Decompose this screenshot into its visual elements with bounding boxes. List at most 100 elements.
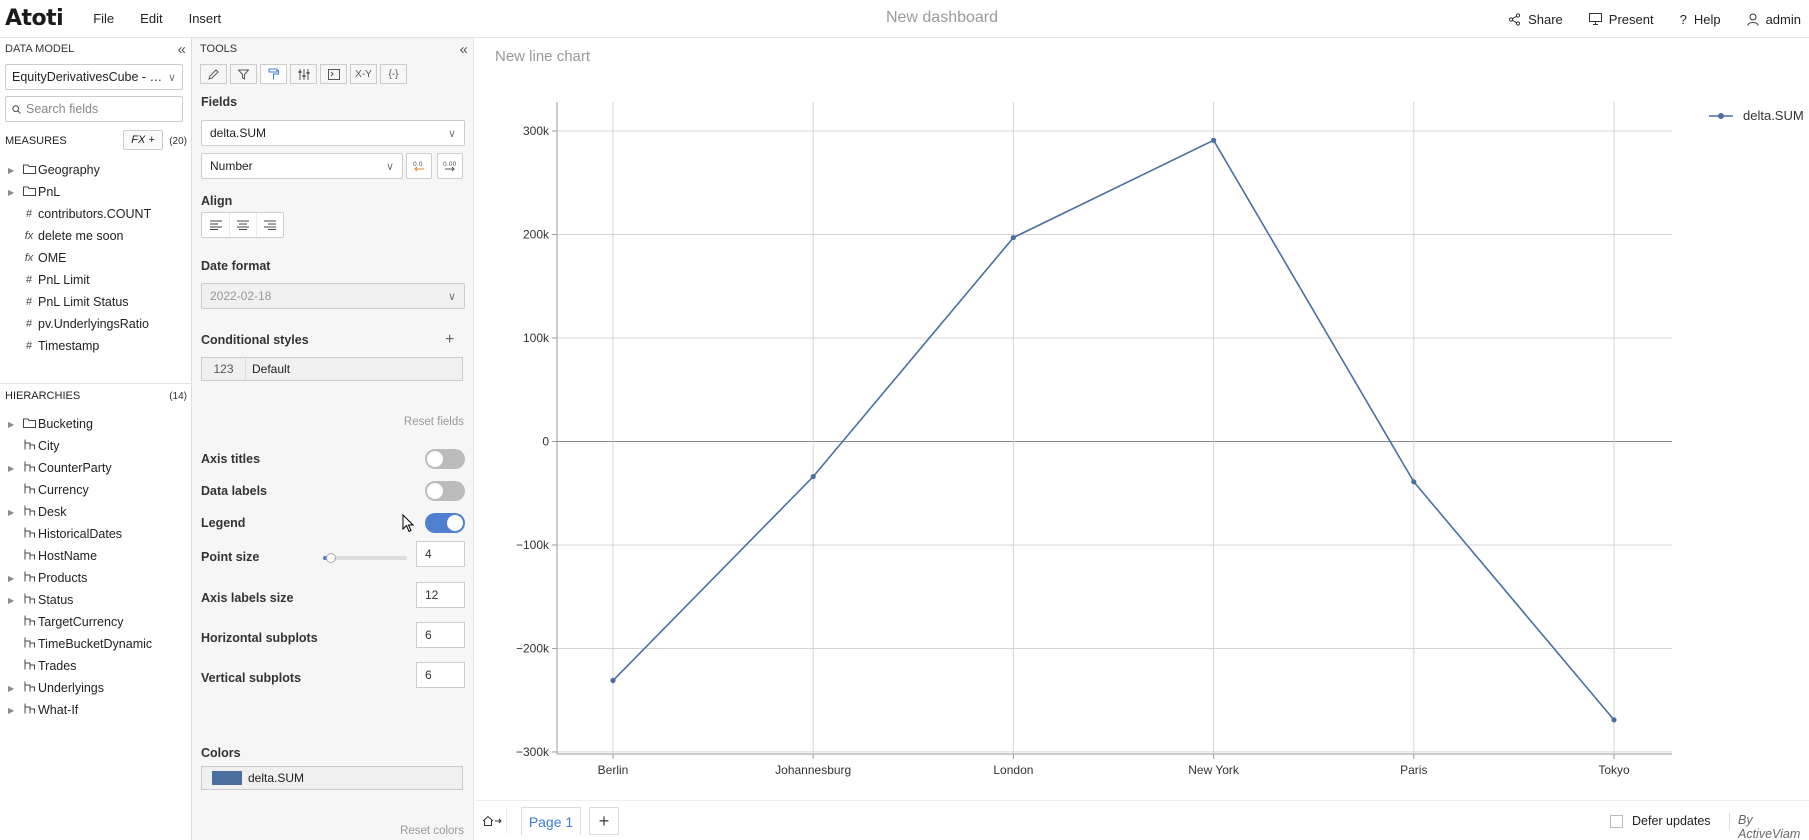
hierarchy-icon xyxy=(22,439,36,453)
reset-fields-link[interactable]: Reset fields xyxy=(404,416,464,428)
expand-caret-icon[interactable]: ▶ xyxy=(8,508,14,517)
hierarchy-icon xyxy=(22,703,36,717)
help-button[interactable]: ? Help xyxy=(1680,12,1721,27)
search-fields-input[interactable] xyxy=(26,102,176,116)
hierarchy-item[interactable]: TimeBucketDynamic xyxy=(0,633,192,655)
series-line xyxy=(612,139,1615,721)
chart-widget[interactable]: New line chart −300k −200k −100k 0 100k 200k 3… xyxy=(475,38,1809,800)
menu-edit[interactable]: Edit xyxy=(140,11,162,26)
axis-titles-toggle[interactable] xyxy=(425,449,465,469)
menu-insert[interactable]: Insert xyxy=(189,11,222,26)
x-tick-label: London xyxy=(993,763,1033,777)
point-size-input[interactable] xyxy=(416,541,465,567)
measure-item[interactable]: # PnL Limit xyxy=(0,269,192,291)
vertical-subplots-input[interactable] xyxy=(416,662,465,688)
measure-item[interactable]: # contributors.COUNT xyxy=(0,203,192,225)
x-tick-label: Johannesburg xyxy=(775,763,851,777)
hierarchy-item[interactable]: City xyxy=(0,435,192,457)
measure-item[interactable]: ▶ PnL xyxy=(0,181,192,203)
expand-caret-icon[interactable]: ▶ xyxy=(8,706,14,715)
reset-colors-link[interactable]: Reset colors xyxy=(400,825,464,837)
measure-item[interactable]: ▶ Geography xyxy=(0,159,192,181)
hierarchy-label: Currency xyxy=(38,483,89,497)
hierarchy-item[interactable]: ▶ Underlyings xyxy=(0,677,192,699)
tab-style[interactable] xyxy=(260,64,287,84)
tab-filter[interactable] xyxy=(230,64,257,84)
collapse-data-model-icon[interactable]: « xyxy=(178,42,186,57)
add-conditional-style-icon[interactable]: + xyxy=(445,331,454,349)
point-size-slider[interactable] xyxy=(323,553,407,563)
filter-icon xyxy=(238,69,249,80)
data-point xyxy=(1010,234,1017,241)
number-format-select[interactable]: Number ∨ xyxy=(201,153,403,179)
hierarchy-label: CounterParty xyxy=(38,461,112,475)
measures-tree: ▶ Geography ▶ PnL # contributors.COUNT fx delet… xyxy=(0,159,192,357)
hierarchy-item[interactable]: HistoricalDates xyxy=(0,523,192,545)
hash-icon: # xyxy=(25,340,33,352)
hierarchy-item[interactable]: ▶ What-If xyxy=(0,699,192,721)
hierarchies-header: HIERARCHIES (14) xyxy=(0,387,192,405)
collapse-tools-icon[interactable]: « xyxy=(460,42,468,57)
data-labels-toggle[interactable] xyxy=(425,481,465,501)
hierarchy-item[interactable]: ▶ Bucketing xyxy=(0,413,192,435)
hierarchy-item[interactable]: Trades xyxy=(0,655,192,677)
align-left-button[interactable] xyxy=(202,213,229,237)
share-button[interactable]: Share xyxy=(1508,12,1563,27)
present-button[interactable]: Present xyxy=(1588,12,1654,27)
defer-updates-label: Defer updates xyxy=(1632,814,1711,828)
horizontal-subplots-input[interactable] xyxy=(416,622,465,648)
tab-edit[interactable] xyxy=(200,64,227,84)
chart-legend[interactable]: delta.SUM xyxy=(1707,108,1804,123)
home-page-button[interactable] xyxy=(477,808,507,834)
app-logo: Atoti xyxy=(5,6,64,31)
hierarchy-item[interactable]: ▶ Products xyxy=(0,567,192,589)
decrease-decimals-button[interactable]: 0.0 xyxy=(406,153,432,179)
defer-updates[interactable]: Defer updates xyxy=(1610,814,1711,828)
measure-item[interactable]: fx delete me soon xyxy=(0,225,192,247)
hierarchy-item[interactable]: ▶ Status xyxy=(0,589,192,611)
measure-item[interactable]: fx OME xyxy=(0,247,192,269)
tab-page-1[interactable]: Page 1 xyxy=(521,807,581,835)
axis-labels-size-input[interactable] xyxy=(416,582,465,608)
expand-caret-icon[interactable]: ▶ xyxy=(8,166,14,175)
hierarchy-item[interactable]: ▶ Desk xyxy=(0,501,192,523)
expand-caret-icon[interactable]: ▶ xyxy=(8,574,14,583)
expand-caret-icon[interactable]: ▶ xyxy=(8,420,14,429)
hierarchy-item[interactable]: ▶ CounterParty xyxy=(0,457,192,479)
date-format-select[interactable]: 2022-02-18 ∨ xyxy=(201,283,465,309)
cube-select[interactable]: EquityDerivativesCube - R... ∨ xyxy=(5,64,183,90)
conditional-style-default[interactable]: 123 Default xyxy=(201,357,463,381)
measure-item[interactable]: # pv.UnderlyingsRatio xyxy=(0,313,192,335)
hierarchy-item[interactable]: HostName xyxy=(0,545,192,567)
panel-divider xyxy=(0,383,192,384)
legend-toggle[interactable] xyxy=(425,513,465,533)
align-right-button[interactable] xyxy=(256,213,283,237)
tab-xy[interactable]: X-Y xyxy=(350,64,377,84)
align-center-button[interactable] xyxy=(229,213,256,237)
measure-item[interactable]: # PnL Limit Status xyxy=(0,291,192,313)
measure-item[interactable]: # Timestamp xyxy=(0,335,192,357)
color-swatch[interactable] xyxy=(212,771,242,785)
field-select[interactable]: delta.SUM ∨ xyxy=(201,120,465,146)
hierarchy-item[interactable]: Currency xyxy=(0,479,192,501)
tab-sliders[interactable] xyxy=(290,64,317,84)
expand-caret-icon[interactable]: ▶ xyxy=(8,188,14,197)
slider-thumb[interactable] xyxy=(326,553,337,563)
tools-title: TOOLS xyxy=(200,43,238,55)
hierarchy-item[interactable]: TargetCurrency xyxy=(0,611,192,633)
home-arrow-icon xyxy=(482,815,502,826)
data-point xyxy=(1611,717,1617,723)
increase-decimals-button[interactable]: 0.00 xyxy=(437,153,463,179)
expand-caret-icon[interactable]: ▶ xyxy=(8,684,14,693)
add-calculated-measure-button[interactable]: fx + xyxy=(123,130,163,150)
tab-code[interactable] xyxy=(320,64,347,84)
expand-caret-icon[interactable]: ▶ xyxy=(8,596,14,605)
expand-caret-icon[interactable]: ▶ xyxy=(8,464,14,473)
add-page-button[interactable]: + xyxy=(589,807,619,835)
defer-updates-checkbox[interactable] xyxy=(1610,814,1623,828)
tab-braces[interactable]: {-} xyxy=(380,64,407,84)
user-name: admin xyxy=(1765,11,1801,27)
user-menu[interactable]: admin xyxy=(1746,11,1801,27)
menu-file[interactable]: File xyxy=(93,11,114,26)
series-color-row[interactable]: delta.SUM xyxy=(201,766,463,790)
